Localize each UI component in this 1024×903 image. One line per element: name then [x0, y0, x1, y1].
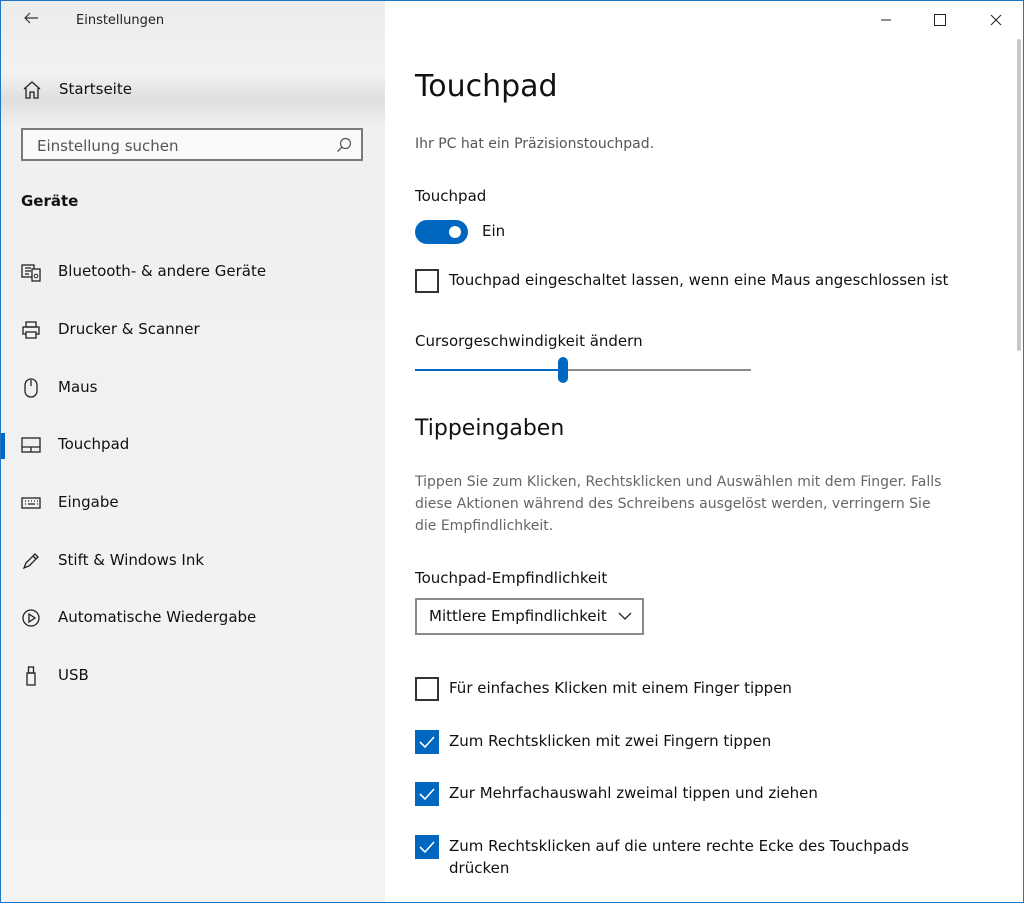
double-tap-drag-checkbox[interactable]: [415, 782, 439, 806]
slider-track-filled: [415, 369, 563, 371]
home-nav-item[interactable]: Startseite: [1, 73, 385, 107]
maximize-icon: [934, 14, 946, 26]
double-tap-drag-label: Zur Mehrfachauswahl zweimal tippen und z…: [449, 784, 818, 802]
sidebar: Einstellungen Startseite Geräte Bluetoot…: [1, 1, 385, 902]
mouse-icon: [24, 378, 38, 398]
settings-window: Einstellungen Startseite Geräte Bluetoot…: [0, 0, 1024, 903]
taps-description: Tippen Sie zum Klicken, Rechtsklicken un…: [415, 474, 942, 534]
sidebar-item-label: Drucker & Scanner: [58, 320, 200, 338]
section-title: Geräte: [21, 192, 79, 210]
sidebar-item-label: Eingabe: [58, 493, 119, 511]
single-finger-tap-label: Für einfaches Klicken mit einem Finger t…: [449, 679, 792, 697]
checkmark-icon: [419, 788, 435, 801]
toggle-knob: [449, 226, 461, 238]
sidebar-item-label: Touchpad: [58, 435, 130, 453]
pen-icon: [22, 553, 39, 570]
close-button[interactable]: [973, 1, 1019, 39]
sidebar-item-label: Stift & Windows Ink: [58, 551, 205, 569]
touchpad-icon: [21, 437, 41, 453]
touchpad-toggle-label: Touchpad: [415, 187, 487, 205]
checkmark-icon: [419, 841, 435, 854]
sensitivity-label: Touchpad-Empfindlichkeit: [415, 569, 608, 587]
slider-thumb[interactable]: [558, 357, 568, 383]
sidebar-item-usb[interactable]: USB: [1, 656, 385, 696]
printer-icon: [22, 321, 40, 339]
minimize-icon: [881, 19, 891, 21]
single-finger-tap-checkbox[interactable]: [415, 677, 439, 701]
back-button[interactable]: [19, 9, 43, 33]
active-indicator: [1, 433, 5, 459]
keep-on-with-mouse-checkbox[interactable]: [415, 269, 439, 293]
search-icon[interactable]: [335, 136, 353, 154]
toggle-state-text: Ein: [482, 222, 506, 240]
sidebar-item-label: Bluetooth- & andere Geräte: [58, 262, 267, 280]
sidebar-item-mouse[interactable]: Maus: [1, 368, 385, 408]
close-icon: [990, 14, 1002, 26]
taps-heading: Tippeingaben: [415, 416, 565, 441]
sidebar-item-input[interactable]: Eingabe: [1, 483, 385, 523]
corner-right-click-label: Zum Rechtsklicken auf die untere rechte …: [449, 837, 909, 877]
app-title: Einstellungen: [76, 13, 165, 28]
sensitivity-dropdown[interactable]: Mittlere Empfindlichkeit: [415, 598, 644, 635]
sidebar-item-touchpad[interactable]: Touchpad: [1, 425, 385, 465]
search-input[interactable]: [35, 134, 329, 158]
sidebar-item-bluetooth[interactable]: Bluetooth- & andere Geräte: [1, 252, 385, 292]
sidebar-item-pen[interactable]: Stift & Windows Ink: [1, 541, 385, 581]
two-finger-tap-checkbox[interactable]: [415, 730, 439, 754]
two-finger-tap-label: Zum Rechtsklicken mit zwei Fingern tippe…: [449, 732, 772, 750]
sidebar-item-label: Automatische Wiedergabe: [58, 608, 257, 626]
back-arrow-icon: [24, 12, 38, 24]
cursor-speed-slider[interactable]: [415, 357, 751, 383]
sidebar-item-autoplay[interactable]: Automatische Wiedergabe: [1, 598, 385, 638]
precision-touchpad-note: Ihr PC hat ein Präzisionstouchpad.: [415, 136, 655, 152]
cursor-speed-label: Cursorgeschwindigkeit ändern: [415, 332, 643, 350]
keep-on-with-mouse-label: Touchpad eingeschaltet lassen, wenn eine…: [449, 271, 949, 289]
keyboard-icon: [21, 497, 41, 509]
sidebar-item-printers[interactable]: Drucker & Scanner: [1, 310, 385, 350]
slider-track: [563, 369, 751, 371]
corner-right-click-checkbox[interactable]: [415, 835, 439, 859]
bluetooth-devices-icon: [21, 264, 41, 282]
minimize-button[interactable]: [863, 1, 909, 39]
search-box[interactable]: [21, 128, 363, 161]
autoplay-icon: [22, 609, 40, 627]
usb-icon: [26, 666, 36, 686]
page-title: Touchpad: [415, 69, 558, 104]
home-icon: [23, 81, 41, 99]
sidebar-item-label: Maus: [58, 378, 98, 396]
checkmark-icon: [419, 736, 435, 749]
touchpad-toggle[interactable]: [415, 220, 468, 244]
sensitivity-selected-value: Mittlere Empfindlichkeit: [429, 607, 607, 625]
sidebar-item-label: USB: [58, 666, 89, 684]
chevron-down-icon: [618, 612, 632, 620]
scrollbar[interactable]: [1017, 39, 1021, 351]
home-label: Startseite: [59, 80, 132, 98]
maximize-button[interactable]: [917, 1, 963, 39]
